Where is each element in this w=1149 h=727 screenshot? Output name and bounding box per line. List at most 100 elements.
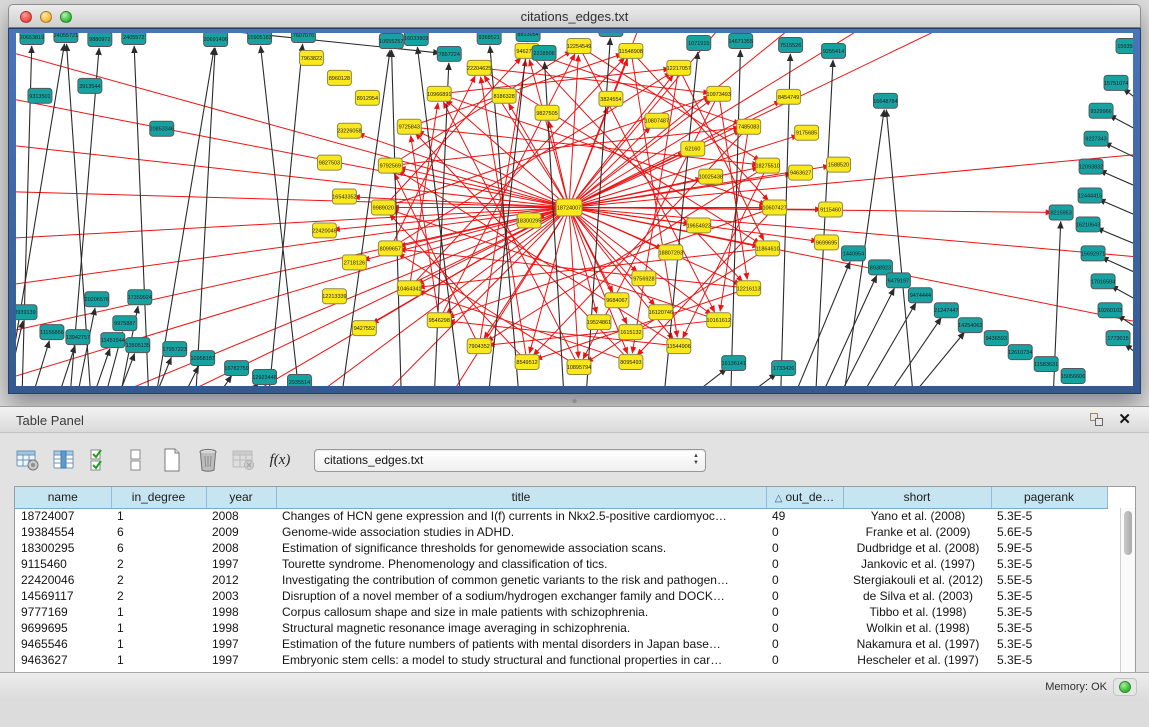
delete-table-icon[interactable] <box>230 445 258 475</box>
table-cell[interactable]: 0 <box>766 652 843 668</box>
column-header-year[interactable]: year <box>206 487 276 508</box>
table-cell[interactable]: Wolkin et al. (1998) <box>843 620 991 636</box>
graph-node-teal[interactable]: 12610734 <box>1008 345 1032 360</box>
graph-node-yellow[interactable]: 19524861 <box>587 315 611 330</box>
table-cell[interactable]: 9699695 <box>15 620 111 636</box>
column-header-out_de[interactable]: △out_de… <box>766 487 843 508</box>
table-selector-dropdown[interactable]: citations_edges.txt ▲▼ <box>314 449 706 472</box>
table-cell[interactable]: 2012 <box>206 572 276 588</box>
graph-node-teal[interactable]: 17957223 <box>163 342 187 357</box>
table-cell[interactable]: 0 <box>766 620 843 636</box>
table-cell[interactable]: 1 <box>111 604 206 620</box>
table-cell[interactable]: 1 <box>111 636 206 652</box>
graph-node-teal[interactable]: 7515526 <box>779 37 803 52</box>
table-cell[interactable]: 0 <box>766 556 843 572</box>
graph-node-teal[interactable]: 1440954 <box>842 246 866 261</box>
graph-node-teal[interactable]: 16033809 <box>404 33 428 45</box>
show-columns-icon[interactable] <box>50 445 78 475</box>
graph-node-teal[interactable]: 10260103 <box>1098 303 1122 318</box>
graph-node-teal[interactable]: 3939139 <box>16 305 37 320</box>
graph-node-teal[interactable]: 20853346 <box>150 121 174 136</box>
graph-node-teal[interactable]: 3913544 <box>78 78 102 93</box>
graph-node-yellow[interactable]: 12217057 <box>667 60 691 75</box>
graph-node-yellow[interactable]: 11548908 <box>619 43 643 58</box>
close-panel-icon[interactable]: ✕ <box>1118 410 1131 428</box>
graph-node-yellow[interactable]: 23226058 <box>337 123 361 138</box>
graph-node-yellow[interactable]: 8454749 <box>777 89 801 104</box>
table-cell[interactable]: 9465546 <box>15 636 111 652</box>
table-cell[interactable]: 1 <box>111 620 206 636</box>
graph-node-teal[interactable]: 15692971 <box>1081 246 1105 261</box>
graph-node-teal[interactable]: 16136141 <box>722 356 746 371</box>
table-cell[interactable]: 5.3E-5 <box>991 604 1107 620</box>
table-cell[interactable]: 2 <box>111 556 206 572</box>
graph-node-teal[interactable]: 15751074 <box>1104 75 1128 90</box>
graph-node-teal[interactable]: 8215953 <box>1049 205 1073 220</box>
function-builder-icon[interactable]: f(x) <box>266 445 294 475</box>
graph-node-yellow[interactable]: 10807487 <box>645 113 669 128</box>
graph-node-yellow[interactable]: 9684067 <box>605 293 629 308</box>
graph-node-yellow[interactable]: 3824554 <box>599 91 623 106</box>
table-cell[interactable]: Structural magnetic resonance image aver… <box>276 620 766 636</box>
table-cell[interactable]: 5.9E-5 <box>991 540 1107 556</box>
graph-node-yellow[interactable]: 10607427 <box>762 200 786 215</box>
graph-node-yellow[interactable]: 9175685 <box>795 125 819 140</box>
graph-node-yellow[interactable]: 10161612 <box>707 313 731 328</box>
table-cell[interactable]: 1997 <box>206 636 276 652</box>
table-row[interactable]: 1872400712008Changes of HCN gene express… <box>15 508 1107 524</box>
graph-node-yellow[interactable]: 62160 <box>681 141 705 156</box>
graph-node-teal[interactable]: 11156866 <box>40 325 64 340</box>
graph-node-yellow[interactable]: 9725843 <box>397 119 421 134</box>
graph-node-yellow[interactable]: 11544906 <box>667 339 691 354</box>
graph-node-teal[interactable]: 16648784 <box>873 93 897 108</box>
table-cell[interactable]: Nakamura et al. (1997) <box>843 636 991 652</box>
graph-node-teal[interactable]: 15905183 <box>247 33 271 44</box>
graph-node-teal[interactable]: 2405572 <box>122 33 146 44</box>
graph-node-yellow[interactable]: 10464341 <box>397 281 421 296</box>
unselect-all-icon[interactable] <box>122 445 150 475</box>
graph-node-teal[interactable]: 7607076 <box>292 33 316 42</box>
graph-node-teal[interactable]: 10655257 <box>379 33 403 48</box>
graph-node-teal[interactable]: 17016504 <box>1091 274 1115 289</box>
graph-node-teal[interactable]: 1773015 <box>1106 331 1130 346</box>
graph-node-yellow[interactable]: 12213339 <box>322 289 346 304</box>
table-cell[interactable]: Franke et al. (2009) <box>843 524 991 540</box>
table-cell[interactable]: Genome-wide association studies in ADHD. <box>276 524 766 540</box>
graph-node-yellow[interactable]: 8186328 <box>492 88 516 103</box>
scrollbar-thumb[interactable] <box>1124 511 1132 555</box>
table-cell[interactable]: 18724007 <box>15 508 111 524</box>
table-cell[interactable]: Disruption of a novel member of a sodium… <box>276 588 766 604</box>
table-cell[interactable]: 5.3E-5 <box>991 636 1107 652</box>
table-cell[interactable]: Dudbridge et al. (2008) <box>843 540 991 556</box>
table-cell[interactable]: 6 <box>111 540 206 556</box>
graph-node-teal[interactable]: 10958187 <box>190 351 214 366</box>
graph-node-teal[interactable]: 9975887 <box>113 316 137 331</box>
table-cell[interactable]: 5.6E-5 <box>991 524 1107 540</box>
table-cell[interactable]: 2 <box>111 572 206 588</box>
table-cell[interactable]: 6 <box>111 524 206 540</box>
table-cell[interactable]: Hescheler et al. (1997) <box>843 652 991 668</box>
column-header-pagerank[interactable]: pagerank <box>991 487 1107 508</box>
table-cell[interactable]: 18300295 <box>15 540 111 556</box>
table-cell[interactable]: Stergiakouli et al. (2012) <box>843 572 991 588</box>
graph-node-yellow[interactable]: 10966891 <box>427 86 451 101</box>
graph-node-yellow[interactable]: 9463627 <box>789 165 813 180</box>
graph-node-teal[interactable]: 20653819 <box>20 33 44 44</box>
table-cell[interactable]: Changes of HCN gene expression and I(f) … <box>276 508 766 524</box>
graph-node-yellow[interactable]: 8095493 <box>619 355 643 370</box>
graph-node-teal[interactable]: 15056606 <box>1061 369 1085 384</box>
table-cell[interactable]: 0 <box>766 524 843 540</box>
table-vertical-scrollbar[interactable] <box>1120 508 1135 672</box>
graph-node-teal[interactable]: 6479197 <box>886 273 910 288</box>
graph-node-teal[interactable]: 2935514 <box>288 375 312 386</box>
graph-node-yellow[interactable]: 8912954 <box>355 90 379 105</box>
graph-node-yellow[interactable]: 1615132 <box>619 325 643 340</box>
table-cell[interactable]: Investigating the contribution of common… <box>276 572 766 588</box>
table-row[interactable]: 2242004622012Investigating the contribut… <box>15 572 1107 588</box>
table-cell[interactable]: 9115460 <box>15 556 111 572</box>
graph-node-teal[interactable]: 17359924 <box>128 290 152 305</box>
graph-node-yellow[interactable]: 22204625 <box>467 60 491 75</box>
split-pane-handle[interactable] <box>571 399 578 403</box>
table-cell[interactable]: Yano et al. (2008) <box>843 508 991 524</box>
graph-node-teal[interactable]: 9368521 <box>477 33 501 44</box>
